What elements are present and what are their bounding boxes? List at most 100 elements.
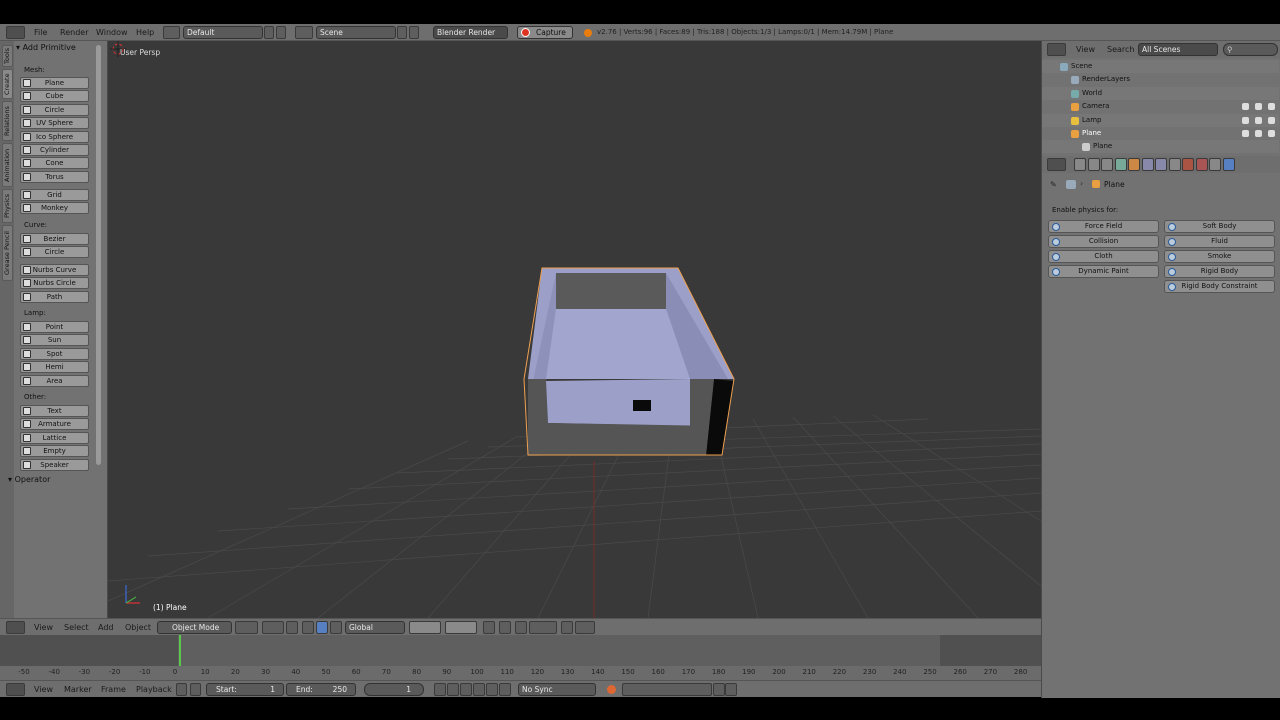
add-spot-button[interactable]: Spot <box>20 347 89 360</box>
play-icon[interactable] <box>473 683 485 696</box>
outliner-row[interactable]: World <box>1042 86 1279 100</box>
lock-camera-icon[interactable] <box>483 621 495 634</box>
remove-layout-icon[interactable] <box>276 26 286 39</box>
camera-render-icon[interactable] <box>1268 130 1275 137</box>
add-circle-button[interactable]: Circle <box>20 103 89 116</box>
scale-icon[interactable] <box>330 621 342 634</box>
rotate-icon[interactable] <box>316 621 328 634</box>
properties-editor-type-icon[interactable] <box>1047 158 1066 171</box>
timeline-editor-type-icon[interactable] <box>6 683 25 696</box>
outliner-row[interactable]: Camera <box>1042 100 1279 113</box>
tab-relations[interactable]: Relations <box>2 101 13 141</box>
outliner-row[interactable]: RenderLayers <box>1042 73 1279 86</box>
render-layers-tab-icon[interactable] <box>1087 158 1100 171</box>
add-layout-icon[interactable] <box>264 26 274 39</box>
tab-animation[interactable]: Animation <box>2 143 13 187</box>
jump-start-icon[interactable] <box>434 683 446 696</box>
layout-select[interactable]: Default <box>183 26 263 39</box>
world-tab-icon[interactable] <box>1114 158 1127 171</box>
scene-icon[interactable] <box>295 26 313 39</box>
menu-object[interactable]: Object <box>125 619 151 636</box>
physics-tab-icon[interactable] <box>1222 158 1235 171</box>
tab-tools[interactable]: Tools <box>2 45 13 67</box>
add-cone-button[interactable]: Cone <box>20 157 89 170</box>
constraints-tab-icon[interactable] <box>1141 158 1154 171</box>
add-torus-button[interactable]: Torus <box>20 170 89 183</box>
data-tab-icon[interactable] <box>1168 158 1181 171</box>
modifiers-tab-icon[interactable] <box>1155 158 1167 171</box>
panel-header-add-primitive[interactable]: ▾ Add Primitive <box>16 43 98 55</box>
editor-type-icon[interactable] <box>6 26 25 39</box>
add-uv-sphere-button[interactable]: UV Sphere <box>20 117 89 130</box>
timeline-menu-frame[interactable]: Frame <box>101 681 126 698</box>
preview-range-icon[interactable] <box>176 683 187 696</box>
manipulator-icon[interactable] <box>286 621 298 634</box>
shelf-scrollbar[interactable] <box>96 45 101 465</box>
menu-window[interactable]: Window <box>96 24 128 41</box>
add-point-button[interactable]: Point <box>20 321 89 333</box>
timeline-menu-playback[interactable]: Playback <box>136 681 172 698</box>
tab-physics[interactable]: Physics <box>2 189 13 223</box>
orientation-select[interactable]: Global <box>345 621 405 634</box>
add-grid-button[interactable]: Grid <box>20 189 89 201</box>
add-empty-button[interactable]: Empty <box>20 445 89 458</box>
operator-panel-header[interactable]: ▾ Operator <box>8 475 98 487</box>
outliner-filter-select[interactable]: All Scenes <box>1138 43 1218 56</box>
delete-keyframe-icon[interactable] <box>725 683 737 696</box>
add-monkey-button[interactable]: Monkey <box>20 202 89 215</box>
menu-file[interactable]: File <box>34 24 47 41</box>
sync-select[interactable]: No Sync <box>518 683 596 696</box>
menu-select[interactable]: Select <box>64 619 89 636</box>
opengl-render-icon[interactable] <box>561 621 573 634</box>
add-cylinder-button[interactable]: Cylinder <box>20 144 89 156</box>
eye-icon[interactable] <box>1242 116 1249 124</box>
camera-render-icon[interactable] <box>1268 116 1275 124</box>
dynamic-paint-button[interactable]: Dynamic Paint <box>1048 265 1159 278</box>
add-speaker-button[interactable]: Speaker <box>20 458 89 471</box>
add-nurbs-circle-button[interactable]: Nurbs Circle <box>20 277 89 290</box>
render-tab-icon[interactable] <box>1074 158 1086 171</box>
rigid-body-button[interactable]: Rigid Body <box>1164 265 1275 278</box>
texture-tab-icon[interactable] <box>1195 158 1208 171</box>
layers-2-icon[interactable] <box>445 621 477 634</box>
outliner-row[interactable]: Lamp <box>1042 113 1279 127</box>
add-scene-icon[interactable] <box>397 26 407 39</box>
rigid-body-constraint-button[interactable]: Rigid Body Constraint <box>1164 280 1275 293</box>
tab-grease-pencil[interactable]: Grease Pencil <box>2 225 13 281</box>
outliner-menu-view[interactable]: View <box>1076 41 1095 58</box>
tab-create[interactable]: Create <box>2 69 13 99</box>
viewport-editor-type-icon[interactable] <box>6 621 25 634</box>
auto-keyframe-icon[interactable] <box>607 685 616 694</box>
add-text-button[interactable]: Text <box>20 405 89 417</box>
smoke-button[interactable]: Smoke <box>1164 250 1275 263</box>
add-hemi-button[interactable]: Hemi <box>20 361 89 374</box>
outliner-row[interactable]: Plane <box>1042 127 1279 140</box>
menu-render[interactable]: Render <box>60 24 88 41</box>
outliner-row[interactable]: Scene <box>1042 60 1279 73</box>
remove-scene-icon[interactable] <box>409 26 419 39</box>
layers-1-icon[interactable] <box>409 621 441 634</box>
add-ico-sphere-button[interactable]: Ico Sphere <box>20 130 89 143</box>
translate-icon[interactable] <box>302 621 314 634</box>
pin-icon[interactable]: ✎ <box>1050 180 1058 189</box>
viewport-3d[interactable]: User Persp (1) Plane <box>108 41 1041 618</box>
timeline-menu-view[interactable]: View <box>34 681 53 698</box>
insert-keyframe-icon[interactable] <box>713 683 725 696</box>
current-frame-field[interactable]: 1 <box>364 683 424 696</box>
outliner-editor-type-icon[interactable] <box>1047 43 1066 56</box>
keying-set-icon[interactable] <box>622 683 712 696</box>
timeline-menu-marker[interactable]: Marker <box>64 681 92 698</box>
snap-icon[interactable] <box>515 621 527 634</box>
timeline-area[interactable] <box>0 635 1041 680</box>
screen-layout-icon[interactable] <box>163 26 180 39</box>
add-area-button[interactable]: Area <box>20 374 89 387</box>
cursor-icon[interactable] <box>1255 116 1262 124</box>
add-sun-button[interactable]: Sun <box>20 334 89 347</box>
camera-render-icon[interactable] <box>1268 103 1275 111</box>
outliner-row[interactable]: Plane <box>1042 140 1279 154</box>
snap-target-icon[interactable] <box>529 621 557 634</box>
force-field-button[interactable]: Force Field <box>1048 220 1159 233</box>
add-lattice-button[interactable]: Lattice <box>20 431 89 444</box>
prev-keyframe-icon[interactable] <box>447 683 459 696</box>
end-frame-field[interactable]: End: 250 <box>286 683 356 696</box>
